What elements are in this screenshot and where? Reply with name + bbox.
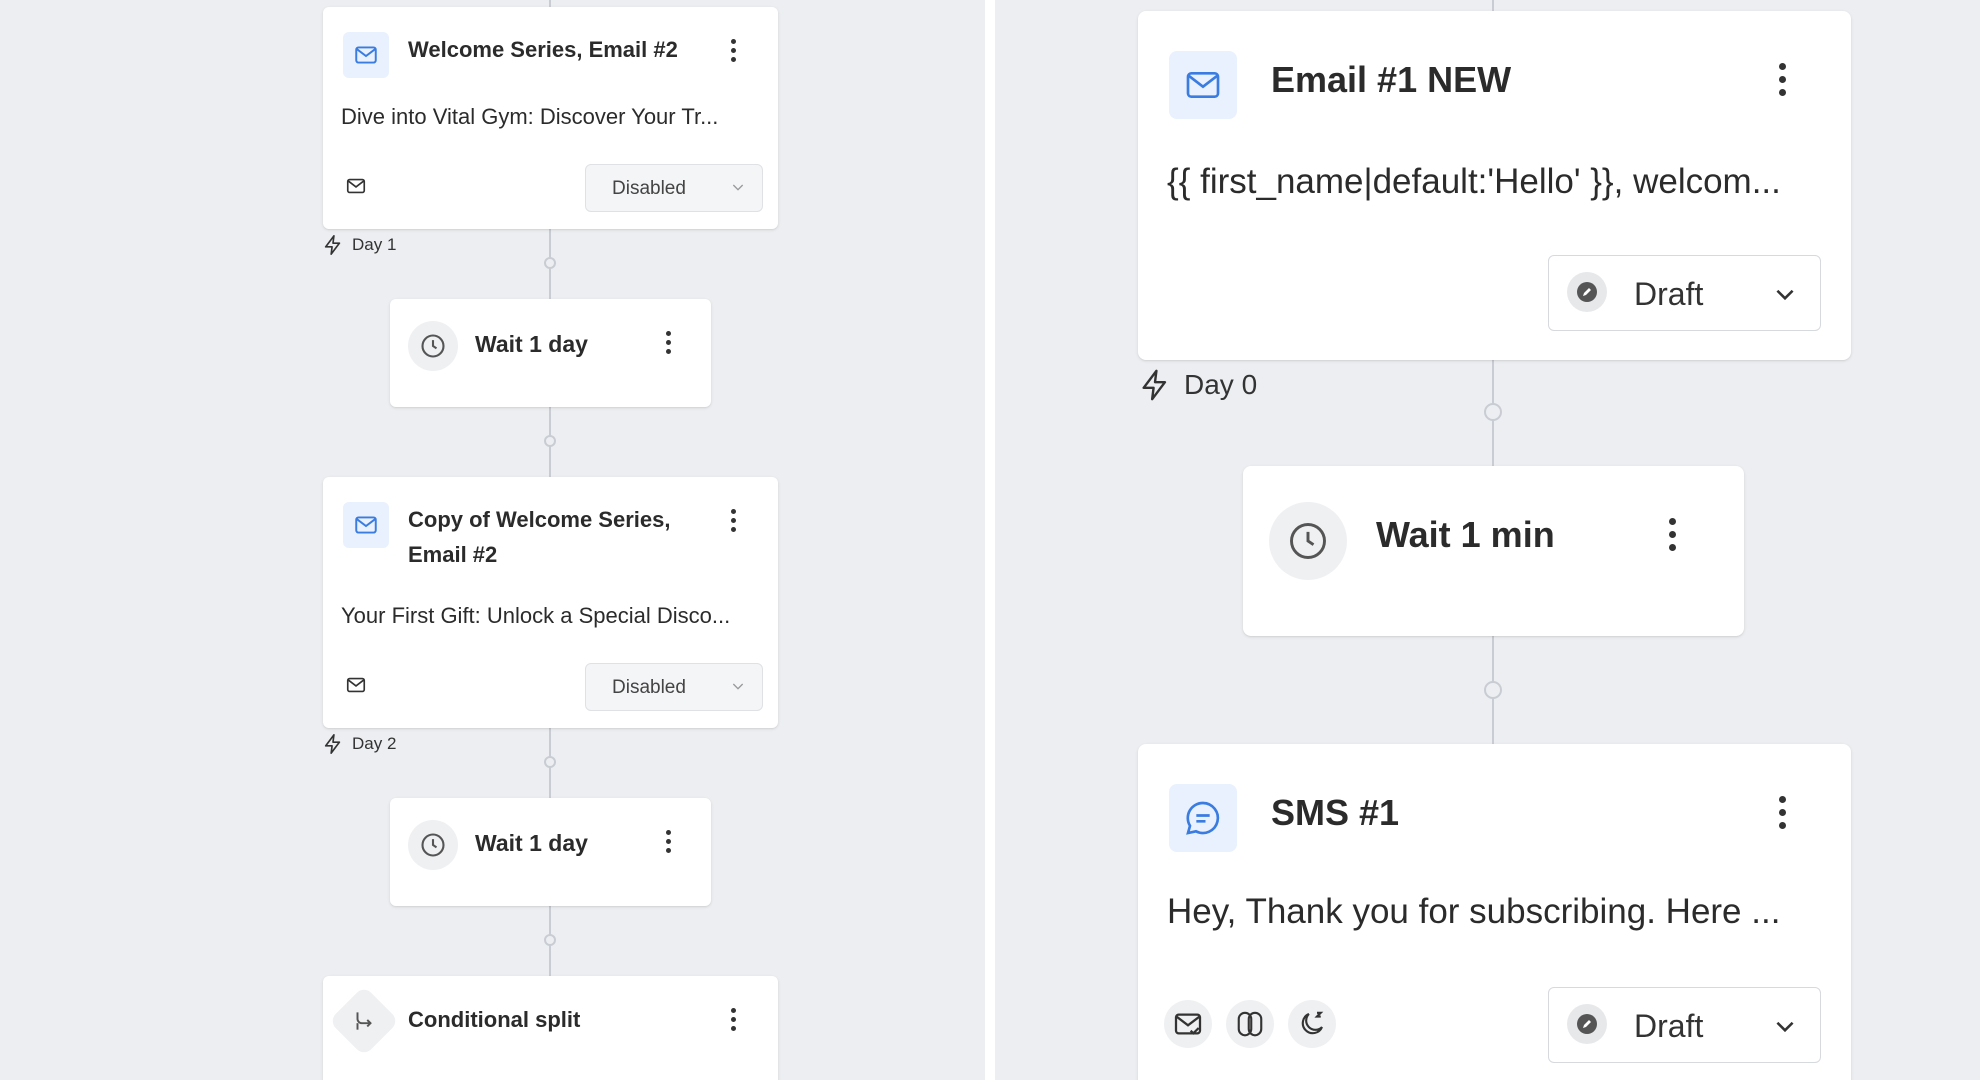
delay-text: Day 1 bbox=[352, 235, 397, 254]
wait-label: Wait 1 min bbox=[1376, 514, 1555, 555]
chevron-down-icon bbox=[730, 678, 746, 699]
mail-check-icon bbox=[343, 672, 369, 698]
conditional-split-card[interactable]: Conditional split bbox=[323, 976, 778, 1080]
wait-label: Wait 1 day bbox=[475, 830, 588, 856]
delay-label: Day 2 bbox=[322, 733, 396, 755]
chevron-down-icon bbox=[730, 179, 746, 200]
email-card-title-line2: Email #2 bbox=[408, 541, 498, 567]
connector-node bbox=[544, 257, 556, 269]
wait-card[interactable]: Wait 1 day bbox=[390, 299, 711, 407]
email-card-welcome-series-2[interactable]: Welcome Series, Email #2 Dive into Vital… bbox=[323, 7, 778, 229]
email-preview-text: {{ first_name|default:'Hello' }}, welcom… bbox=[1167, 162, 1781, 201]
status-dropdown[interactable]: Draft bbox=[1548, 255, 1821, 331]
more-options-icon[interactable] bbox=[656, 327, 680, 357]
more-options-icon[interactable] bbox=[1767, 789, 1797, 835]
flow-canvas-left[interactable]: Welcome Series, Email #2 Dive into Vital… bbox=[0, 0, 985, 1080]
wait-card[interactable]: Wait 1 day bbox=[390, 798, 711, 906]
mail-check-icon bbox=[343, 173, 369, 199]
chat-bubble-icon bbox=[1169, 784, 1237, 852]
delay-label: Day 0 bbox=[1138, 368, 1257, 402]
connector-node bbox=[544, 756, 556, 768]
chevron-down-icon bbox=[1772, 1013, 1798, 1044]
split-icon bbox=[328, 985, 400, 1057]
clock-icon bbox=[1269, 502, 1347, 580]
status-label: Disabled bbox=[612, 677, 686, 698]
delay-label: Day 1 bbox=[322, 234, 396, 256]
quiet-hours-moon-icon bbox=[1288, 1000, 1336, 1048]
email-card-title: Copy of Welcome Series, Email #2 bbox=[408, 505, 670, 569]
wait-card[interactable]: Wait 1 min bbox=[1243, 466, 1744, 636]
more-options-icon[interactable] bbox=[656, 826, 680, 856]
email-card-title-line1: Copy of Welcome Series, bbox=[408, 507, 671, 532]
status-label: Disabled bbox=[612, 178, 686, 199]
email-card-title: Email #1 NEW bbox=[1271, 59, 1512, 100]
email-card-email-1-new[interactable]: Email #1 NEW {{ first_name|default:'Hell… bbox=[1138, 11, 1851, 360]
delay-text: Day 2 bbox=[352, 734, 397, 753]
status-label: Draft bbox=[1634, 1008, 1704, 1044]
chevron-down-icon bbox=[1772, 281, 1798, 312]
connector-node bbox=[1484, 403, 1502, 421]
envelope-icon bbox=[343, 502, 389, 548]
connector-node bbox=[1484, 681, 1502, 699]
mail-check-icon bbox=[1164, 1000, 1212, 1048]
sms-card-title: SMS #1 bbox=[1271, 792, 1400, 833]
flow-canvas-right[interactable]: Email #1 NEW {{ first_name|default:'Hell… bbox=[995, 0, 1980, 1080]
connector-node bbox=[544, 435, 556, 447]
email-preview-text: Dive into Vital Gym: Discover Your Tr... bbox=[341, 104, 719, 129]
more-options-icon[interactable] bbox=[721, 35, 745, 65]
sms-preview-text: Hey, Thank you for subscribing. Here ... bbox=[1167, 892, 1781, 931]
utm-link-icon bbox=[1226, 1000, 1274, 1048]
lightning-icon bbox=[1138, 368, 1172, 402]
wait-label: Wait 1 day bbox=[475, 331, 588, 357]
draft-pencil-icon bbox=[1567, 1004, 1607, 1044]
more-options-icon[interactable] bbox=[1767, 56, 1797, 102]
more-options-icon[interactable] bbox=[721, 1004, 745, 1034]
email-preview-text: Your First Gift: Unlock a Special Disco.… bbox=[341, 603, 731, 628]
more-options-icon[interactable] bbox=[721, 505, 745, 535]
envelope-icon bbox=[1169, 51, 1237, 119]
lightning-icon bbox=[322, 234, 344, 256]
more-options-icon[interactable] bbox=[1657, 511, 1687, 557]
status-dropdown[interactable]: Disabled bbox=[585, 164, 763, 212]
connector-line bbox=[549, 0, 551, 7]
clock-icon bbox=[408, 321, 458, 371]
split-title: Conditional split bbox=[408, 1007, 581, 1032]
envelope-icon bbox=[343, 32, 389, 78]
status-dropdown[interactable]: Draft bbox=[1548, 987, 1821, 1063]
email-card-copy-welcome-series-2[interactable]: Copy of Welcome Series, Email #2 Your Fi… bbox=[323, 477, 778, 728]
status-label: Draft bbox=[1634, 276, 1704, 312]
draft-pencil-icon bbox=[1567, 272, 1607, 312]
connector-line bbox=[1492, 0, 1494, 11]
connector-node bbox=[544, 934, 556, 946]
email-card-title: Welcome Series, Email #2 bbox=[408, 37, 678, 62]
status-dropdown[interactable]: Disabled bbox=[585, 663, 763, 711]
lightning-icon bbox=[322, 733, 344, 755]
sms-card-sms-1[interactable]: SMS #1 Hey, Thank you for subscribing. H… bbox=[1138, 744, 1851, 1080]
clock-icon bbox=[408, 820, 458, 870]
delay-text: Day 0 bbox=[1184, 369, 1258, 400]
